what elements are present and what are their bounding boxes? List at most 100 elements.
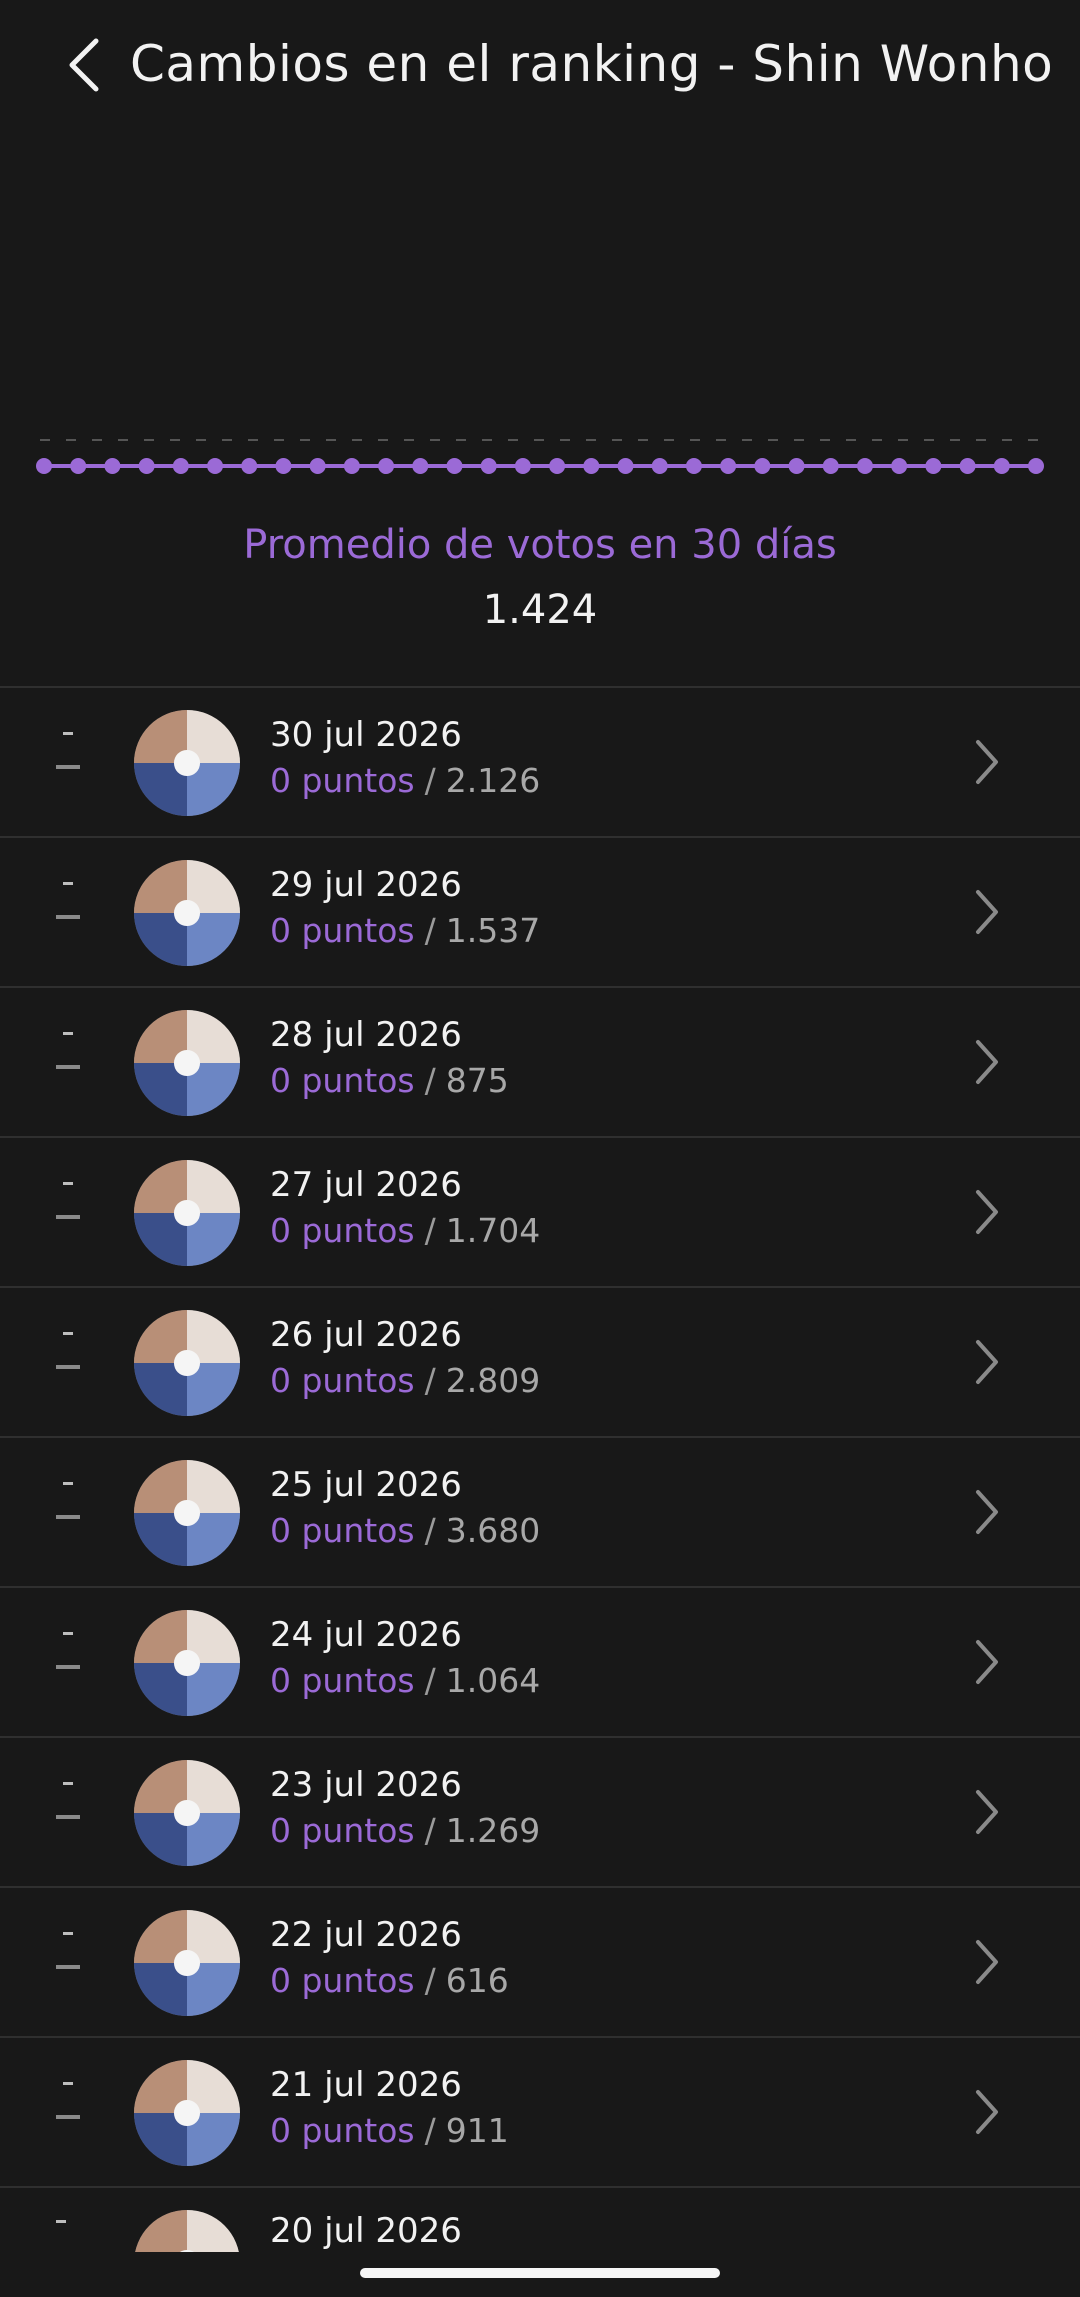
points-value: 0 puntos <box>270 761 415 800</box>
rank-change-indicator: - <box>56 1782 80 1819</box>
rank-change-dash: - <box>63 2082 73 2085</box>
rank-change-bar <box>56 1815 80 1819</box>
list-item-score: 0 puntos/911 <box>270 2108 509 2154</box>
chart-point <box>138 458 155 474</box>
chart-point <box>309 458 326 474</box>
rank-change-dash: - <box>63 1932 73 1935</box>
list-item-score: 0 puntos/3.680 <box>270 1508 540 1554</box>
chevron-right-icon <box>976 1190 998 1234</box>
chevron-right-icon <box>976 1340 998 1384</box>
list-item-date: 30 jul 2026 <box>270 715 462 755</box>
rank-change-indicator: - <box>56 1182 80 1219</box>
points-value: 0 puntos <box>270 1211 415 1250</box>
list-item-score: 0 puntos/2.126 <box>270 758 540 804</box>
votes-value: 911 <box>445 2111 509 2150</box>
score-separator: / <box>424 1661 436 1700</box>
chart-point <box>856 458 873 474</box>
rank-change-bar <box>56 1965 80 1969</box>
points-value: 0 puntos <box>270 1961 415 2000</box>
list-item-score: 0 puntos/1.269 <box>270 1808 540 1854</box>
avatar <box>134 860 240 966</box>
rank-change-indicator: - <box>56 1032 80 1069</box>
ranking-line-chart <box>36 439 1044 474</box>
chart-point <box>70 458 87 474</box>
list-item-date: 29 jul 2026 <box>270 865 462 905</box>
list-item[interactable]: - 25 jul 2026 0 puntos/3.680 <box>0 1438 1080 1588</box>
rank-change-bar <box>56 1065 80 1069</box>
score-separator: / <box>424 1811 436 1850</box>
rank-change-indicator: - <box>56 1482 80 1519</box>
score-separator: / <box>424 1511 436 1550</box>
list-item[interactable]: - 22 jul 2026 0 puntos/616 <box>0 1888 1080 2038</box>
votes-value: 2.809 <box>445 1361 541 1400</box>
list-item[interactable]: - 27 jul 2026 0 puntos/1.704 <box>0 1138 1080 1288</box>
chart-point <box>378 458 395 474</box>
rank-change-dash: - <box>63 882 73 885</box>
list-item-date: 23 jul 2026 <box>270 1765 462 1805</box>
list-item-date: 28 jul 2026 <box>270 1015 462 1055</box>
rank-change-bar <box>56 765 80 769</box>
list-item[interactable]: - 28 jul 2026 0 puntos/875 <box>0 988 1080 1138</box>
chevron-right-icon <box>976 1040 998 1084</box>
chart-point <box>822 458 839 474</box>
chevron-left-icon <box>69 38 99 92</box>
score-separator: / <box>424 2111 436 2150</box>
chevron-right-icon <box>976 1940 998 1984</box>
score-separator: / <box>424 911 436 950</box>
page-title: Cambios en el ranking - Shin Wonho <box>130 35 1054 93</box>
list-item[interactable]: - 24 jul 2026 0 puntos/1.064 <box>0 1588 1080 1738</box>
rank-change-indicator: - <box>56 1932 80 1969</box>
avatar <box>134 1010 240 1116</box>
chart-point <box>412 458 429 474</box>
score-separator: / <box>424 1361 436 1400</box>
rank-change-indicator: - <box>56 882 80 919</box>
home-indicator[interactable] <box>360 2268 720 2278</box>
chart-point <box>207 458 224 474</box>
list-item-date: 27 jul 2026 <box>270 1165 462 1205</box>
list-item-date: 22 jul 2026 <box>270 1915 462 1955</box>
chart-point <box>617 458 634 474</box>
rank-change-bar <box>56 915 80 919</box>
avatar <box>134 1460 240 1566</box>
chart-point <box>891 458 908 474</box>
chevron-right-icon <box>976 2090 998 2134</box>
points-value: 0 puntos <box>270 911 415 950</box>
score-separator: / <box>424 761 436 800</box>
average-votes-value: 1.424 <box>482 587 598 633</box>
list-item[interactable]: - 23 jul 2026 0 puntos/1.269 <box>0 1738 1080 1888</box>
rank-change-indicator: - <box>56 732 80 769</box>
chart-point <box>36 458 52 474</box>
avatar <box>134 2210 240 2252</box>
rank-change-bar <box>56 1515 80 1519</box>
points-value: 0 puntos <box>270 1811 415 1850</box>
rank-change-indicator: - <box>56 2082 80 2119</box>
list-item[interactable]: - 21 jul 2026 0 puntos/911 <box>0 2038 1080 2188</box>
chevron-right-icon <box>976 1640 998 1684</box>
rank-change-dash: - <box>63 1332 73 1335</box>
chart-point <box>788 458 805 474</box>
list-item[interactable]: - 30 jul 2026 0 puntos/2.126 <box>0 688 1080 838</box>
avatar <box>134 2060 240 2166</box>
list-item[interactable]: - 29 jul 2026 0 puntos/1.537 <box>0 838 1080 988</box>
chart-point <box>343 458 360 474</box>
chart-point <box>446 458 463 474</box>
list-item-score: 0 puntos/2.809 <box>270 1358 540 1404</box>
chart-point <box>754 458 771 474</box>
list-item-date: 25 jul 2026 <box>270 1465 462 1505</box>
list-item[interactable]: - 26 jul 2026 0 puntos/2.809 <box>0 1288 1080 1438</box>
list-item-date: 26 jul 2026 <box>270 1315 462 1355</box>
ranking-history-list: - 30 jul 2026 0 puntos/2.126 - 29 jul 20… <box>0 686 1080 2188</box>
chevron-right-icon <box>976 1490 998 1534</box>
list-item-date: 21 jul 2026 <box>270 2065 462 2105</box>
avatar <box>134 1610 240 1716</box>
rank-change-bar <box>56 2115 80 2119</box>
chart-point <box>583 458 600 474</box>
points-value: 0 puntos <box>270 1361 415 1400</box>
list-item-partial[interactable]: 20 jul 2026 <box>0 2190 1080 2252</box>
chart-point <box>104 458 121 474</box>
avatar <box>134 1760 240 1866</box>
points-value: 0 puntos <box>270 1061 415 1100</box>
back-button[interactable] <box>52 30 116 100</box>
rank-change-dash: - <box>63 732 73 735</box>
chart-point <box>651 458 668 474</box>
